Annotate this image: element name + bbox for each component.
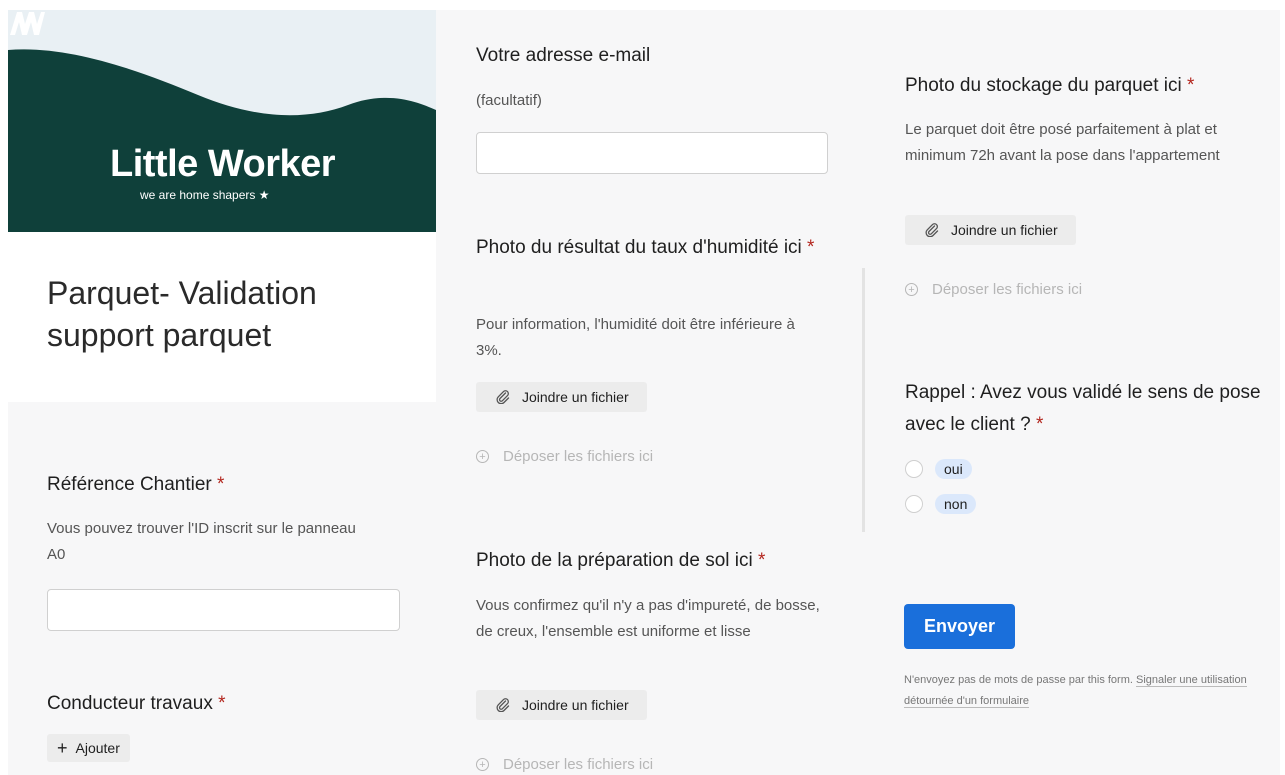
paperclip-icon: [496, 390, 510, 404]
required-marker: *: [758, 550, 766, 571]
attach-label: Joindre un fichier: [951, 222, 1058, 238]
paperclip-icon: [496, 698, 510, 712]
required-marker: *: [217, 474, 225, 495]
radio-option-oui[interactable]: oui: [905, 459, 972, 479]
paperclip-icon: [925, 223, 939, 237]
reference-description: Vous pouvez trouver l'ID inscrit sur le …: [47, 520, 356, 563]
reference-question: Référence Chantier *: [47, 469, 407, 501]
form-title: Parquet- Validation support parquet: [47, 275, 317, 353]
humidity-question: Photo du résultat du taux d'humidité ici…: [476, 232, 836, 264]
storage-question: Photo du stockage du parquet ici *: [905, 70, 1275, 102]
humidity-attach-button[interactable]: Joindre un fichier: [476, 382, 647, 412]
required-marker: *: [218, 693, 226, 714]
storage-attach-button[interactable]: Joindre un fichier: [905, 215, 1076, 245]
logo-mark-icon: [10, 12, 45, 35]
conducteur-title: Conducteur travaux: [47, 693, 213, 714]
add-conducteur-button[interactable]: + Ajouter: [47, 734, 130, 762]
email-title: Votre adresse e-mail: [476, 45, 651, 66]
radio-circle[interactable]: [905, 460, 923, 478]
add-circle-icon: +: [476, 450, 489, 463]
footer-note: N'envoyez pas de mots de passe par this …: [904, 670, 1264, 712]
email-input[interactable]: [476, 132, 828, 174]
attach-label: Joindre un fichier: [522, 697, 629, 713]
attach-label: Joindre un fichier: [522, 389, 629, 405]
scroll-divider: [862, 268, 865, 532]
floor-prep-title: Photo de la préparation de sol ici: [476, 550, 753, 571]
radio-option-non[interactable]: non: [905, 494, 977, 514]
radio-option-label: oui: [935, 459, 972, 479]
storage-description: Le parquet doit être posé parfaitement à…: [905, 121, 1220, 164]
reminder-question: Rappel : Avez vous validé le sens de pos…: [905, 377, 1265, 441]
footer-note-text: N'envoyez pas de mots de passe par this …: [904, 674, 1133, 686]
plus-icon: +: [57, 738, 68, 758]
radio-circle[interactable]: [905, 495, 923, 513]
reminder-title: Rappel : Avez vous validé le sens de pos…: [905, 382, 1261, 435]
floor-prep-attach-button[interactable]: Joindre un fichier: [476, 690, 647, 720]
floor-prep-question: Photo de la préparation de sol ici *: [476, 545, 856, 577]
logo-tagline: we are home shapers ★: [140, 188, 270, 202]
floor-prep-description: Vous confirmez qu'il n'y a pas d'impuret…: [476, 597, 820, 640]
required-marker: *: [1035, 414, 1044, 435]
storage-title: Photo du stockage du parquet ici: [905, 75, 1182, 96]
submit-button[interactable]: Envoyer: [904, 604, 1015, 649]
reference-input[interactable]: [47, 589, 400, 631]
drop-label: Déposer les fichiers ici: [503, 448, 654, 465]
email-optional-note: (facultatif): [476, 92, 542, 109]
radio-option-label: non: [935, 494, 977, 514]
drop-label: Déposer les fichiers ici: [503, 756, 654, 773]
storage-drop-zone[interactable]: + Déposer les fichiers ici: [905, 281, 1082, 298]
add-button-label: Ajouter: [75, 740, 120, 756]
humidity-drop-zone[interactable]: + Déposer les fichiers ici: [476, 448, 653, 465]
header-banner: Little Worker we are home shapers ★: [8, 10, 436, 232]
reference-title: Référence Chantier: [47, 474, 212, 495]
humidity-title: Photo du résultat du taux d'humidité ici: [476, 237, 802, 258]
conducteur-question: Conducteur travaux *: [47, 688, 407, 720]
humidity-description: Pour information, l'humidité doit être i…: [476, 316, 795, 359]
required-marker: *: [1187, 75, 1195, 96]
logo-wordmark: Little Worker: [110, 143, 336, 185]
add-circle-icon: +: [476, 758, 489, 771]
floor-prep-drop-zone[interactable]: + Déposer les fichiers ici: [476, 756, 653, 773]
drop-label: Déposer les fichiers ici: [932, 281, 1083, 298]
required-marker: *: [807, 237, 815, 258]
add-circle-icon: +: [905, 283, 918, 296]
